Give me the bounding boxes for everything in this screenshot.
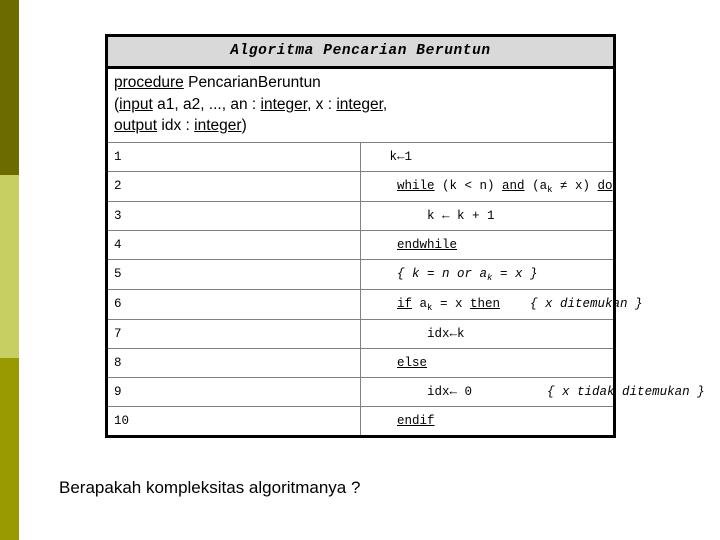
procedure-name: PencarianBeruntun bbox=[183, 74, 321, 91]
input-params-mid: , x : bbox=[307, 95, 337, 113]
code-comment: { k = n or a bbox=[397, 266, 488, 281]
line-number: 9 bbox=[108, 376, 361, 406]
code-line: k←1 bbox=[360, 141, 613, 171]
code-subscript: k bbox=[487, 272, 493, 283]
code-line: endif bbox=[360, 405, 613, 435]
keyword-output: output bbox=[114, 117, 158, 134]
code-line: while (k < n) and (ak ≠ x) do bbox=[360, 170, 613, 201]
table-row: 9 idx← 0 { x tidak ditemukan } bbox=[108, 376, 705, 406]
type-integer-3: integer bbox=[194, 117, 242, 134]
algorithm-title: Algoritma Pencarian Beruntun bbox=[108, 37, 613, 69]
code-subscript: k bbox=[427, 302, 433, 313]
code-token: = x bbox=[432, 296, 470, 311]
code-line: { k = n or ak = x } bbox=[360, 258, 613, 289]
code-line: else bbox=[360, 347, 613, 377]
code-keyword: endwhile bbox=[397, 237, 458, 252]
code-token: (k < n) bbox=[434, 178, 503, 193]
code-keyword: endif bbox=[397, 413, 435, 428]
line-number: 2 bbox=[108, 170, 361, 201]
code-subscript: k bbox=[547, 184, 553, 195]
table-row: 6 if ak = x then { x ditemukan } bbox=[108, 288, 643, 319]
line-number: 7 bbox=[108, 318, 361, 348]
code-token: idx← 0 bbox=[427, 384, 473, 399]
output-params: idx : bbox=[157, 117, 195, 134]
comma-suffix: , bbox=[382, 95, 388, 113]
table-row: 4 endwhile bbox=[108, 229, 613, 259]
signature-line-3: output idx : integer) bbox=[114, 115, 613, 137]
slide-canvas: Algoritma Pencarian Beruntun procedure P… bbox=[0, 0, 720, 540]
line-number: 5 bbox=[108, 258, 361, 289]
algorithm-signature-row: procedure PencarianBeruntun (input a1, a… bbox=[108, 67, 613, 143]
code-token: k ← k + 1 bbox=[427, 208, 495, 223]
line-number: 4 bbox=[108, 229, 361, 259]
line-number: 1 bbox=[108, 141, 361, 171]
type-integer-2: integer bbox=[336, 95, 383, 113]
code-line: idx← 0 { x tidak ditemukan } bbox=[360, 376, 705, 406]
code-comment: = x } bbox=[492, 266, 538, 281]
code-comment: { x ditemukan } bbox=[530, 296, 643, 311]
code-keyword: do bbox=[597, 178, 613, 193]
algorithm-table-body: Algoritma Pencarian Beruntun procedure P… bbox=[108, 37, 705, 435]
question-text: Berapakah kompleksitas algoritmanya ? bbox=[59, 478, 361, 497]
line-number: 6 bbox=[108, 288, 361, 319]
code-token: ≠ x) bbox=[552, 178, 598, 193]
code-token: idx←k bbox=[427, 326, 465, 341]
keyword-input: input bbox=[119, 95, 153, 113]
code-keyword: if bbox=[397, 296, 413, 311]
algorithm-signature: procedure PencarianBeruntun (input a1, a… bbox=[108, 67, 613, 143]
code-keyword: while bbox=[397, 178, 435, 193]
code-token: k←1 bbox=[389, 149, 413, 164]
signature-line-1: procedure PencarianBeruntun bbox=[114, 72, 613, 94]
table-row: 2 while (k < n) and (ak ≠ x) do bbox=[108, 170, 613, 201]
input-params: a1, a2, ..., an : bbox=[152, 95, 261, 113]
table-row: 7 idx←k bbox=[108, 318, 613, 348]
type-integer-1: integer bbox=[260, 95, 308, 113]
signature-line-2: (input a1, a2, ..., an : integer, x : in… bbox=[114, 94, 613, 116]
algorithm-table-grid: Algoritma Pencarian Beruntun procedure P… bbox=[108, 37, 705, 435]
code-keyword: and bbox=[502, 178, 525, 193]
table-row: 5 { k = n or ak = x } bbox=[108, 258, 613, 289]
code-line: k ← k + 1 bbox=[360, 200, 613, 230]
code-comment: { x tidak ditemukan } bbox=[547, 384, 705, 399]
algorithm-table: Algoritma Pencarian Beruntun procedure P… bbox=[105, 34, 705, 438]
code-keyword: else bbox=[397, 355, 428, 370]
table-row: 10 endif bbox=[108, 405, 613, 435]
table-row: 8 else bbox=[108, 347, 613, 377]
code-line: if ak = x then { x ditemukan } bbox=[360, 288, 643, 319]
line-number: 8 bbox=[108, 347, 361, 377]
line-number: 10 bbox=[108, 405, 361, 435]
keyword-procedure: procedure bbox=[114, 74, 184, 91]
table-row: 1 k←1 bbox=[108, 141, 613, 171]
table-row: 3 k ← k + 1 bbox=[108, 200, 613, 230]
paren-close: ) bbox=[241, 117, 247, 134]
line-number: 3 bbox=[108, 200, 361, 230]
code-keyword: then bbox=[469, 296, 500, 311]
code-token: (a bbox=[524, 178, 548, 193]
code-token: a bbox=[412, 296, 428, 311]
code-line: idx←k bbox=[360, 318, 613, 348]
algorithm-title-row: Algoritma Pencarian Beruntun bbox=[108, 37, 613, 69]
code-line: endwhile bbox=[360, 229, 613, 259]
